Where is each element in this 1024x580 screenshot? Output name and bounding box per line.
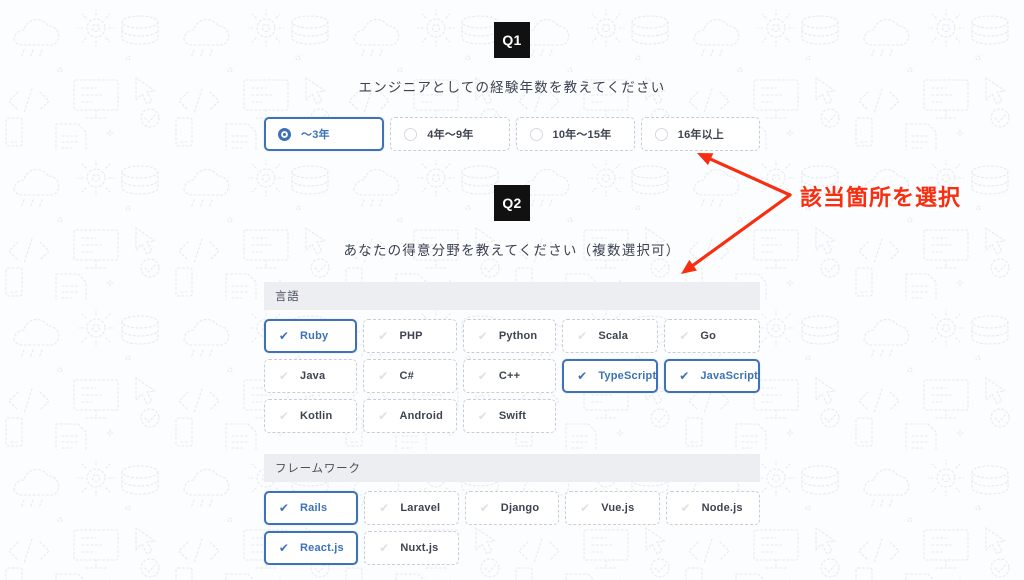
- q1-option-1[interactable]: 4年〜9年: [390, 117, 510, 151]
- checkmark-icon: ✔: [477, 329, 488, 343]
- framework-checkbox-grid: ✔ Rails ✔ Laravel ✔ Django ✔ Vue.js ✔ Node.js ✔ Rea…: [264, 491, 760, 565]
- q1-option-3[interactable]: 16年以上: [640, 117, 760, 151]
- q2-badge: Q2: [494, 185, 530, 221]
- q1-option-label: 16年以上: [677, 129, 724, 141]
- section-header-languages: 言語: [264, 282, 760, 310]
- radio-icon: [654, 127, 668, 141]
- checkmark-icon: ✔: [477, 369, 488, 383]
- language-option-label: C#: [399, 370, 414, 382]
- language-option-label: JavaScript: [700, 370, 758, 382]
- framework-option-label: Vue.js: [601, 502, 635, 514]
- checkmark-icon: ✔: [477, 409, 488, 423]
- language-option-python[interactable]: ✔ Python: [462, 319, 557, 353]
- section-header-label: 言語: [275, 291, 300, 303]
- framework-option-rails[interactable]: ✔ Rails: [264, 491, 359, 525]
- checkmark-icon: ✔: [278, 501, 290, 515]
- checkmark-icon: ✔: [680, 501, 691, 515]
- language-option-label: C++: [498, 370, 521, 382]
- language-option-java[interactable]: ✔ Java: [264, 359, 358, 393]
- language-option-label: Swift: [498, 410, 527, 422]
- language-option-android[interactable]: ✔ Android: [363, 399, 457, 433]
- framework-option-laravel[interactable]: ✔ Laravel: [364, 491, 459, 525]
- q1-radio-group: 〜3年 4年〜9年 10年〜15年 16年以上: [264, 117, 760, 151]
- framework-option-django[interactable]: ✔ Django: [464, 491, 560, 525]
- section-header-label: フレームワーク: [275, 463, 361, 475]
- checkmark-icon: ✔: [577, 329, 588, 343]
- checkmark-icon: ✔: [378, 369, 389, 383]
- language-checkbox-grid: ✔ Ruby ✔ PHP ✔ Python ✔ Scala ✔ Go ✔ Java ✔ C# ✔ C++ ✔ Ty…: [264, 319, 760, 433]
- language-option-label: Ruby: [300, 330, 329, 342]
- language-option-php[interactable]: ✔ PHP: [363, 319, 457, 353]
- language-option-label: Java: [300, 370, 326, 382]
- checkmark-icon: ✔: [378, 409, 389, 423]
- checkmark-icon: ✔: [679, 329, 690, 343]
- framework-option-label: Laravel: [400, 502, 441, 514]
- checkmark-icon: ✔: [379, 501, 390, 515]
- q1-title: エンジニアとしての経験年数を教えてください: [358, 80, 666, 95]
- framework-option-node-js[interactable]: ✔ Node.js: [665, 491, 760, 525]
- language-option-label: PHP: [399, 330, 423, 342]
- framework-option-label: Node.js: [701, 502, 743, 514]
- checkmark-icon: ✔: [278, 541, 290, 555]
- checkmark-icon: ✔: [278, 369, 290, 383]
- language-option-typescript[interactable]: ✔ TypeScript: [562, 359, 659, 393]
- section-header-frameworks: フレームワーク: [264, 454, 760, 482]
- language-option-javascript[interactable]: ✔ JavaScript: [664, 359, 760, 393]
- q2-title: あなたの得意分野を教えてください（複数選択可）: [343, 243, 681, 258]
- q1-option-0[interactable]: 〜3年: [264, 117, 385, 151]
- language-option-swift[interactable]: ✔ Swift: [462, 399, 557, 433]
- checkmark-icon: ✔: [479, 501, 490, 515]
- language-option-c-[interactable]: ✔ C++: [462, 359, 557, 393]
- q1-option-label: 〜3年: [301, 129, 330, 141]
- radio-icon: [404, 127, 418, 141]
- language-option-label: Android: [399, 410, 443, 422]
- framework-option-nuxt-js[interactable]: ✔ Nuxt.js: [364, 531, 459, 565]
- checkmark-icon: ✔: [278, 409, 290, 423]
- framework-option-vue-js[interactable]: ✔ Vue.js: [565, 491, 660, 525]
- language-option-label: Scala: [598, 330, 629, 342]
- language-option-go[interactable]: ✔ Go: [664, 319, 760, 353]
- framework-option-label: Rails: [300, 502, 328, 514]
- language-option-kotlin[interactable]: ✔ Kotlin: [264, 399, 358, 433]
- radio-icon: [529, 127, 543, 141]
- radio-icon: [278, 127, 291, 141]
- checkmark-icon: ✔: [378, 329, 389, 343]
- checkmark-icon: ✔: [577, 369, 588, 383]
- language-option-ruby[interactable]: ✔ Ruby: [264, 319, 358, 353]
- q1-option-label: 10年〜15年: [552, 129, 612, 141]
- language-option-c-[interactable]: ✔ C#: [363, 359, 457, 393]
- language-option-label: Kotlin: [300, 410, 333, 422]
- language-option-label: Go: [700, 330, 717, 342]
- checkmark-icon: ✔: [278, 329, 290, 343]
- checkmark-icon: ✔: [580, 501, 591, 515]
- screenshot-root: Q1 エンジニアとしての経験年数を教えてください 〜3年 4年〜9年 10年〜1…: [0, 0, 1024, 580]
- survey-content-column: Q1 エンジニアとしての経験年数を教えてください 〜3年 4年〜9年 10年〜1…: [264, 0, 760, 580]
- language-option-scala[interactable]: ✔ Scala: [562, 319, 659, 353]
- language-option-label: TypeScript: [598, 370, 657, 382]
- framework-option-label: Nuxt.js: [400, 542, 439, 554]
- annotation-label: 該当箇所を選択: [800, 185, 962, 210]
- framework-option-label: React.js: [300, 542, 344, 554]
- q1-option-label: 4年〜9年: [427, 129, 474, 141]
- q1-badge: Q1: [494, 22, 530, 58]
- language-option-label: Python: [498, 330, 538, 342]
- q1-option-2[interactable]: 10年〜15年: [515, 117, 635, 151]
- checkmark-icon: ✔: [379, 541, 390, 555]
- framework-option-label: Django: [500, 502, 540, 514]
- checkmark-icon: ✔: [679, 369, 690, 383]
- framework-option-react-js[interactable]: ✔ React.js: [264, 531, 359, 565]
